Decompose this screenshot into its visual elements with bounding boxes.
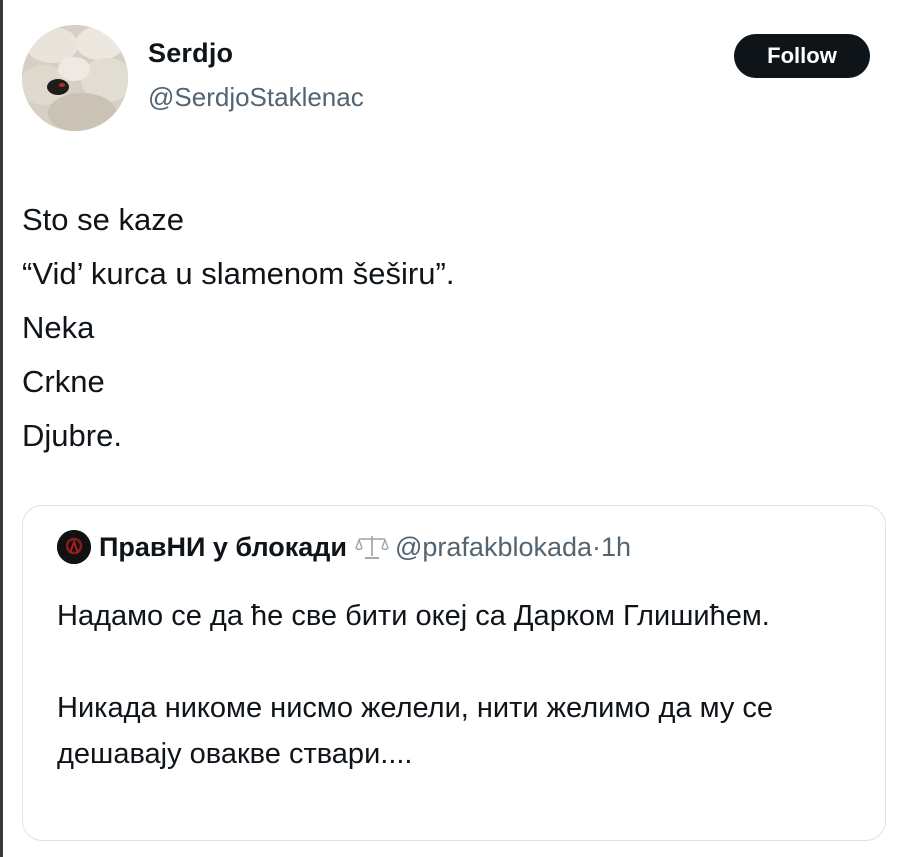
author-display-name[interactable]: Serdjo	[148, 38, 233, 69]
left-border	[0, 0, 3, 857]
tweet-line: Neka	[22, 310, 95, 345]
quoted-tweet-text: Надамо се да ће све бити океј са Дарком …	[57, 593, 877, 777]
tweet-line: “Vid’ kurca u slamenom šeširu”.	[22, 256, 455, 291]
tweet-line: Crkne	[22, 364, 105, 399]
tweet-line: Djubre.	[22, 418, 122, 453]
sheep-photo-icon	[22, 25, 128, 131]
quoted-paragraph: Никада никоме нисмо желели, нити желимо …	[57, 692, 774, 770]
quoted-author-avatar[interactable]	[57, 530, 91, 564]
logo-icon	[57, 530, 91, 564]
author-handle[interactable]: @SerdjoStaklenac	[148, 82, 364, 113]
quoted-author-handle[interactable]: @prafakblokada	[395, 532, 592, 562]
quoted-paragraph: Надамо се да ће све бити океј са Дарком …	[57, 600, 770, 632]
quoted-author-name[interactable]: ПравНИ у блокади	[99, 532, 347, 562]
quoted-tweet-card[interactable]: ПравНИ у блокади @prafakblokada·1h Надам…	[22, 505, 886, 841]
quoted-tweet-header: ПравНИ у блокади @prafakblokada·1h	[99, 532, 631, 567]
scales-icon	[355, 534, 389, 567]
tweet-line: Sto se kaze	[22, 202, 184, 237]
separator-dot: ·	[592, 532, 602, 562]
quoted-tweet-time[interactable]: 1h	[601, 532, 631, 562]
author-avatar[interactable]	[22, 25, 128, 131]
tweet-text: Sto se kaze “Vid’ kurca u slamenom šešir…	[22, 193, 862, 463]
follow-button[interactable]: Follow	[734, 34, 870, 78]
